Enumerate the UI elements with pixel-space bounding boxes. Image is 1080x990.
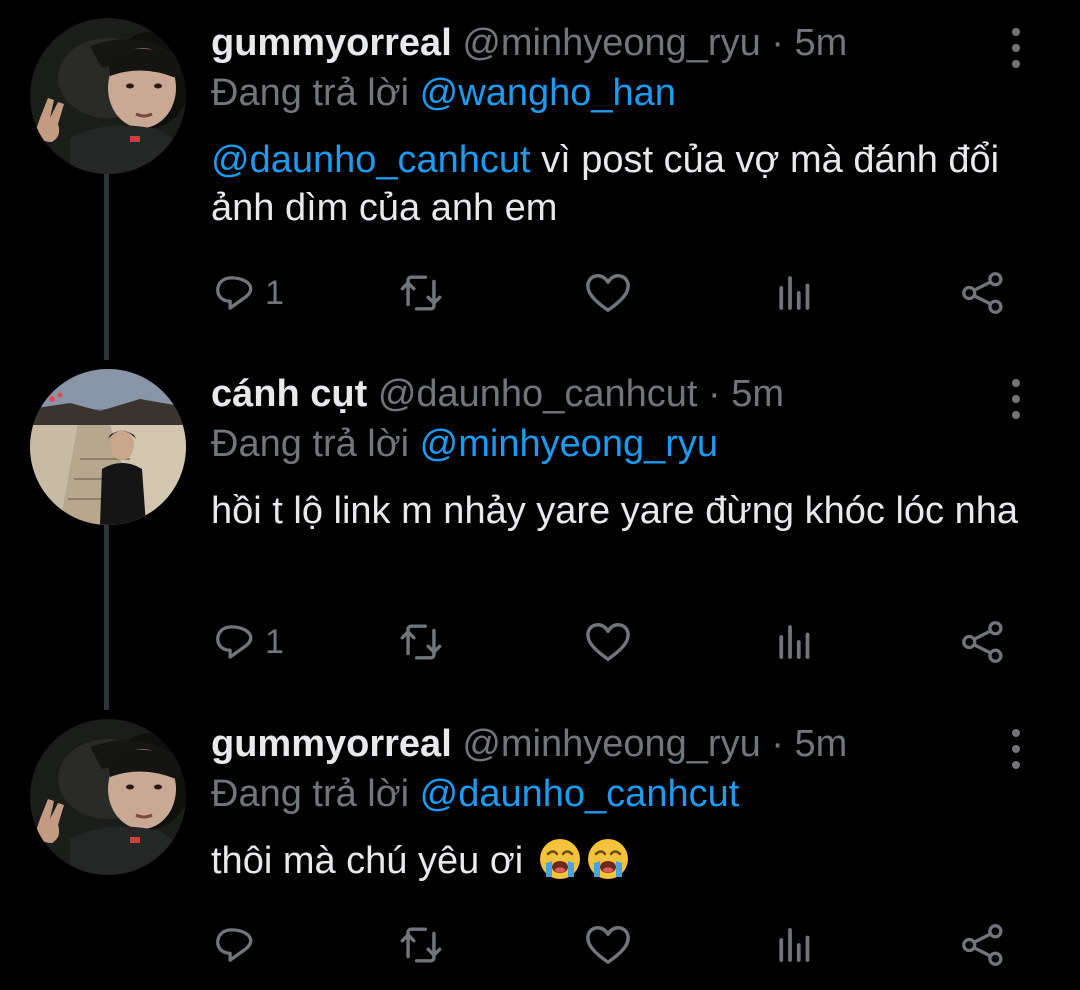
- user-handle[interactable]: @daunho_canhcut: [378, 373, 698, 415]
- thread-connector: [104, 174, 109, 360]
- share-button[interactable]: [961, 268, 1005, 318]
- user-handle[interactable]: @minhyeong_ryu: [462, 22, 760, 64]
- display-name[interactable]: gummyorreal: [211, 723, 452, 765]
- tweet-text: @daunho_canhcut vì post của vợ mà đánh đ…: [211, 136, 1031, 232]
- user-avatar-icon: [30, 719, 186, 875]
- tweet-text: thôi mà chú yêu ơi: [211, 837, 1031, 885]
- retweet-icon: [400, 927, 442, 963]
- reply-icon: [216, 625, 253, 659]
- retweet-icon: [400, 275, 442, 311]
- action-bar: 1: [211, 268, 1031, 318]
- timestamp[interactable]: 5m: [795, 723, 848, 765]
- heart-icon: [586, 623, 630, 661]
- replying-to-mention[interactable]: @minhyeong_ryu: [420, 423, 718, 465]
- tweet[interactable]: gummyorreal @minhyeong_ryu · 5m Đang trả…: [0, 719, 1080, 984]
- heart-icon: [586, 274, 630, 312]
- avatar[interactable]: [30, 719, 186, 875]
- separator-dot: ·: [707, 373, 721, 415]
- timestamp[interactable]: 5m: [795, 22, 848, 64]
- stats-icon: [779, 928, 810, 962]
- more-options-button[interactable]: [1000, 377, 1032, 421]
- share-button[interactable]: [961, 617, 1005, 667]
- retweet-button[interactable]: [397, 920, 445, 970]
- loudly-crying-face-emoji: [586, 837, 629, 881]
- share-button[interactable]: [961, 920, 1005, 970]
- replying-to-mention[interactable]: @wangho_han: [420, 72, 676, 114]
- like-button[interactable]: [585, 617, 631, 667]
- like-button[interactable]: [585, 920, 631, 970]
- separator-dot: ·: [771, 723, 784, 765]
- more-vertical-icon: [1012, 379, 1020, 419]
- display-name[interactable]: gummyorreal: [211, 22, 452, 64]
- more-vertical-icon: [1012, 729, 1020, 769]
- reply-count: 1: [265, 622, 284, 661]
- user-avatar-icon: [30, 369, 186, 525]
- reply-button[interactable]: [215, 920, 259, 970]
- loudly-crying-face-emoji: [538, 837, 581, 881]
- timestamp[interactable]: 5m: [731, 373, 784, 415]
- body-mention[interactable]: @daunho_canhcut: [211, 139, 531, 181]
- reply-button[interactable]: 1: [215, 268, 284, 318]
- stats-icon: [779, 625, 810, 659]
- share-icon: [962, 272, 1003, 314]
- replying-to: Đang trả lời @wangho_han: [211, 68, 676, 118]
- view-stats-button[interactable]: [775, 617, 815, 667]
- replying-to-label: Đang trả lời: [211, 423, 410, 465]
- display-name[interactable]: cánh cụt: [211, 373, 367, 415]
- body-text: thôi mà chú yêu ơi: [211, 840, 524, 882]
- action-bar: 1: [211, 617, 1031, 667]
- stats-icon: [779, 276, 810, 310]
- reply-count: 1: [265, 273, 284, 312]
- replying-to: Đang trả lời @minhyeong_ryu: [211, 419, 718, 469]
- tweet-header: gummyorreal @minhyeong_ryu · 5m: [211, 719, 847, 769]
- retweet-button[interactable]: [397, 617, 445, 667]
- view-stats-button[interactable]: [775, 268, 815, 318]
- heart-icon: [586, 926, 630, 964]
- replying-to-label: Đang trả lời: [211, 72, 410, 114]
- avatar[interactable]: [30, 369, 186, 525]
- avatar[interactable]: [30, 18, 186, 174]
- thread-connector: [104, 525, 109, 710]
- replying-to-label: Đang trả lời: [211, 773, 410, 815]
- like-button[interactable]: [585, 268, 631, 318]
- retweet-icon: [400, 624, 442, 660]
- reply-button[interactable]: 1: [215, 617, 284, 667]
- user-avatar-icon: [30, 18, 186, 174]
- tweet-header: cánh cụt @daunho_canhcut · 5m: [211, 369, 784, 419]
- view-stats-button[interactable]: [775, 920, 815, 970]
- tweet-text: hồi t lộ link m nhảy yare yare đừng khóc…: [211, 490, 1018, 532]
- replying-to-mention[interactable]: @daunho_canhcut: [420, 773, 740, 815]
- tweet[interactable]: cánh cụt @daunho_canhcut · 5m Đang trả l…: [0, 369, 1080, 709]
- retweet-button[interactable]: [397, 268, 445, 318]
- tweet[interactable]: gummyorreal @minhyeong_ryu · 5m Đang trả…: [0, 18, 1080, 358]
- user-handle[interactable]: @minhyeong_ryu: [462, 723, 760, 765]
- more-vertical-icon: [1012, 28, 1020, 68]
- reply-icon: [216, 276, 253, 310]
- action-bar: [211, 920, 1031, 970]
- more-options-button[interactable]: [1000, 26, 1032, 70]
- separator-dot: ·: [771, 22, 784, 64]
- reply-icon: [216, 928, 253, 962]
- tweet-header: gummyorreal @minhyeong_ryu · 5m: [211, 18, 847, 68]
- more-options-button[interactable]: [1000, 727, 1032, 771]
- replying-to: Đang trả lời @daunho_canhcut: [211, 769, 739, 819]
- share-icon: [962, 621, 1003, 663]
- share-icon: [962, 924, 1003, 966]
